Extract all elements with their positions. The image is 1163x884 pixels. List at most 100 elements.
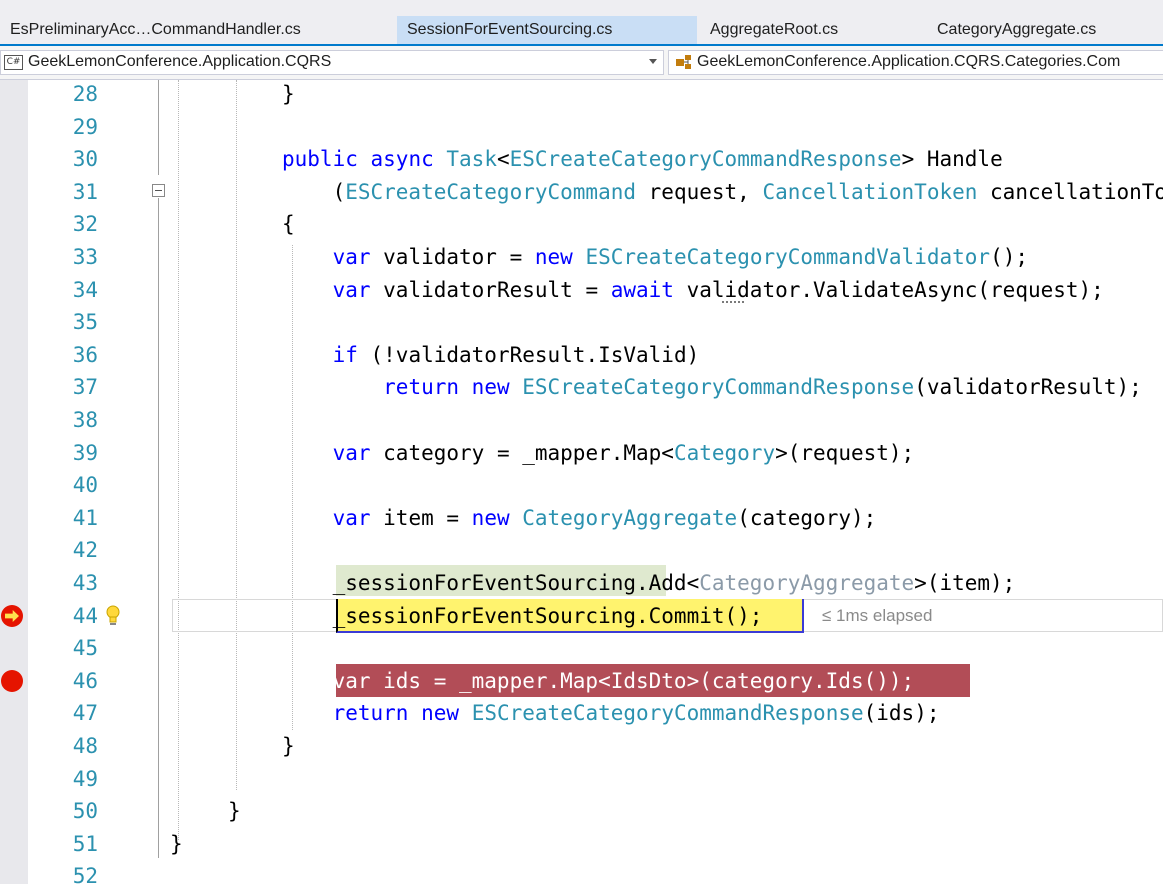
code-token: } xyxy=(228,799,241,824)
code-token: ( xyxy=(282,179,346,204)
code-token: return xyxy=(332,701,409,726)
tab-espreliminary-command-handler[interactable]: EsPreliminaryAcc…CommandHandler.cs xyxy=(0,16,394,44)
code-token: Task xyxy=(446,147,497,172)
code-token: new xyxy=(471,375,510,400)
line-number: 28 xyxy=(72,82,98,106)
line-number: 36 xyxy=(72,342,98,367)
code-token: async xyxy=(370,147,434,172)
line-number: 30 xyxy=(72,147,98,172)
code-token: cancellationToken) xyxy=(990,179,1163,204)
code-line[interactable]: 41 var item = new CategoryAggregate(cate… xyxy=(0,502,1163,535)
code-editor[interactable]: 28} 29 30 public async Task<ESCreateCategor… xyxy=(0,80,1163,884)
code-text: return new ESCreateCategoryCommandRespon… xyxy=(282,371,1142,404)
code-token: } xyxy=(170,831,183,856)
line-number: 33 xyxy=(72,245,98,269)
code-line[interactable]: 45 xyxy=(0,632,1163,665)
code-token: } xyxy=(282,82,295,106)
code-token: new xyxy=(421,701,460,726)
code-line[interactable]: 46 var ids = _mapper.Map<IdsDto>(categor… xyxy=(0,665,1163,698)
code-token: ESCreateCategoryCommandValidator xyxy=(585,245,991,269)
class-icon xyxy=(676,55,691,69)
code-token: new xyxy=(471,505,510,530)
code-token: > Handle xyxy=(901,147,1003,172)
code-text: if (!validatorResult.IsValid) xyxy=(282,339,700,372)
code-token: var ids = _mapper.Map<IdsDto>(category.I… xyxy=(282,668,915,693)
code-token: < xyxy=(496,147,510,172)
code-line[interactable]: 49 xyxy=(0,763,1163,796)
code-line[interactable]: 40 xyxy=(0,469,1163,502)
code-line[interactable]: 36 if (!validatorResult.IsValid) xyxy=(0,339,1163,372)
code-line[interactable]: 32 { xyxy=(0,208,1163,241)
code-line[interactable]: 43 _sessionForEventSourcing.Add<Category… xyxy=(0,567,1163,600)
code-token: CategoryAggregate xyxy=(699,571,915,595)
tab-session-for-event-sourcing[interactable]: SessionForEventSourcing.cs xyxy=(397,16,697,44)
code-token: category = _mapper.Map< xyxy=(370,440,674,465)
code-text: var category = _mapper.Map<Category>(req… xyxy=(282,437,915,470)
code-line[interactable]: 44 _sessionForEventSourcing.Commit(); xyxy=(0,600,1163,633)
code-token: item = xyxy=(370,505,472,530)
tab-aggregate-root[interactable]: AggregateRoot.cs xyxy=(700,16,924,44)
code-text: } xyxy=(228,795,241,828)
code-line[interactable]: 39 var category = _mapper.Map<Category>(… xyxy=(0,437,1163,470)
code-token: return xyxy=(383,375,460,400)
code-token: if xyxy=(332,342,358,367)
code-line[interactable]: 38 xyxy=(0,404,1163,437)
project-dropdown[interactable]: C# GeekLemonConference.Application.CQRS xyxy=(0,50,664,75)
perf-tip-elapsed: ≤ 1ms elapsed xyxy=(822,606,933,625)
code-token: { xyxy=(282,212,295,237)
code-line[interactable]: 48} xyxy=(0,730,1163,763)
code-line[interactable]: 35 xyxy=(0,306,1163,339)
tab-category-aggregate[interactable]: CategoryAggregate.cs xyxy=(927,16,1163,44)
code-token: ESCreateCategoryCommandResponse xyxy=(509,147,902,172)
code-text: } xyxy=(170,828,183,861)
code-token: request, xyxy=(636,179,763,204)
code-token: ESCreateCategoryCommandResponse xyxy=(471,701,864,726)
line-number: 32 xyxy=(72,212,98,237)
code-token: Category xyxy=(673,440,776,465)
code-token: var xyxy=(332,277,371,302)
line-number: 37 xyxy=(72,375,98,400)
code-token: >(item); xyxy=(914,571,1016,595)
line-number: 51 xyxy=(72,831,98,856)
code-token: (!validatorResult.IsValid) xyxy=(357,342,700,367)
code-line[interactable]: 42 xyxy=(0,534,1163,567)
line-number: 46 xyxy=(72,668,98,693)
code-token: (category); xyxy=(737,505,877,530)
chevron-down-icon[interactable] xyxy=(649,59,657,64)
line-number: 29 xyxy=(72,114,98,139)
line-number: 39 xyxy=(72,440,98,465)
code-line[interactable]: 50} xyxy=(0,795,1163,828)
code-token: var xyxy=(332,440,371,465)
line-number: 41 xyxy=(72,505,98,530)
line-number: 35 xyxy=(72,310,98,335)
code-line[interactable]: 33 var validator = new ESCreateCategoryC… xyxy=(0,241,1163,274)
code-line[interactable]: 37 return new ESCreateCategoryCommandRes… xyxy=(0,371,1163,404)
code-text: (ESCreateCategoryCommand request, Cancel… xyxy=(282,176,1163,209)
code-line[interactable]: 31 (ESCreateCategoryCommand request, Can… xyxy=(0,176,1163,209)
code-line[interactable]: 34 var validatorResult = await validator… xyxy=(0,274,1163,307)
type-dropdown[interactable]: GeekLemonConference.Application.CQRS.Cat… xyxy=(668,50,1163,75)
code-line[interactable]: 28} xyxy=(0,80,1163,111)
code-line[interactable]: 52 xyxy=(0,860,1163,884)
code-token: validator.ValidateAsync(request); xyxy=(673,277,1104,302)
code-line[interactable]: 30 public async Task<ESCreateCategoryComm… xyxy=(0,143,1163,176)
code-text: } xyxy=(282,80,295,111)
code-line[interactable]: 47 return new ESCreateCategoryCommandRes… xyxy=(0,697,1163,730)
line-number: 50 xyxy=(72,799,98,824)
code-line[interactable]: 29 xyxy=(0,111,1163,144)
code-token: (ids); xyxy=(863,701,940,726)
code-token: ESCreateCategoryCommandResponse xyxy=(522,375,915,400)
code-line[interactable]: 51} xyxy=(0,828,1163,861)
line-number: 44 xyxy=(72,603,98,628)
code-token: (validatorResult); xyxy=(914,375,1142,400)
